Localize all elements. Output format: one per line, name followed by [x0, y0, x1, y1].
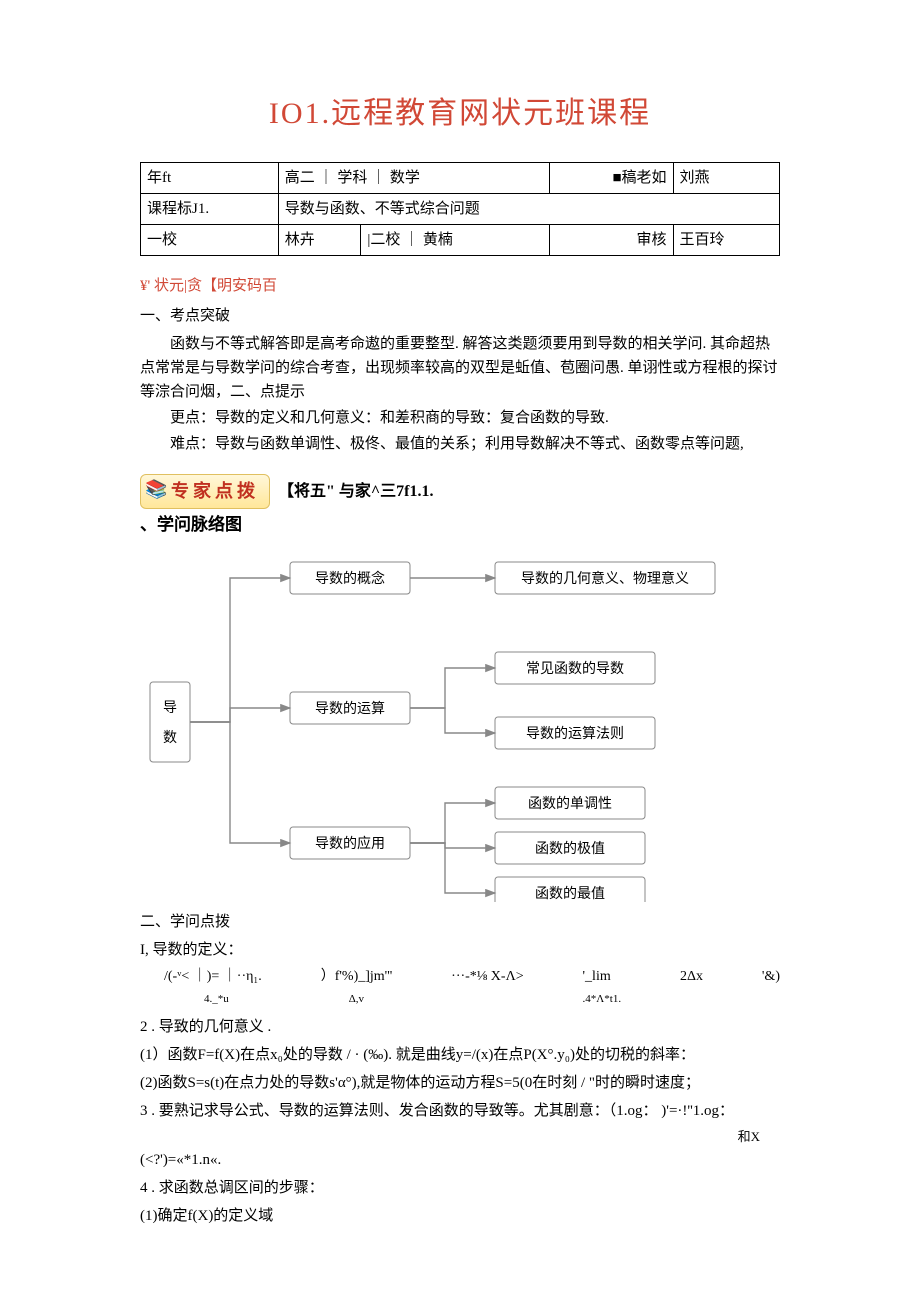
- point-4a: (1)确定f(X)的定义域: [140, 1204, 780, 1228]
- kmap-root-b: 数: [163, 730, 177, 746]
- cell: 林卉: [278, 225, 361, 256]
- meta-table: 年ft 高二 ｜ 学科 ｜ 数学 ■稿老如 刘燕 课程标J1. 导数与函数、不等…: [140, 162, 780, 256]
- formula-frag: ）f'%)_]jm''' Δ,v: [321, 966, 393, 1011]
- expert-badge-icon: 专家点拨: [140, 474, 270, 509]
- text: Δ,v: [349, 993, 364, 1005]
- text: 4._*u: [204, 993, 229, 1005]
- formula-frag: 2Δx: [680, 966, 703, 1011]
- text: ■稿老如: [612, 170, 666, 186]
- kmap-leaf2a: 常见函数的导数: [526, 661, 624, 677]
- text: ）f'%)_]jm''': [321, 969, 393, 984]
- cell: |二校 ｜ 黄楠: [361, 225, 550, 256]
- cell: 高二 ｜ 学科 ｜ 数学: [278, 163, 550, 194]
- text: .4*Λ*t1.: [583, 993, 622, 1005]
- section-heading: 一、考点突破: [140, 304, 780, 328]
- status-line: ¥' 状元|贪【明安码百: [140, 274, 780, 298]
- cell: 刘燕: [673, 163, 779, 194]
- kmap-leaf2b: 导数的运算法则: [526, 726, 624, 742]
- cell: 王百玲: [673, 225, 779, 256]
- kmap-leaf3a: 函数的单调性: [528, 796, 612, 812]
- kmap-mid3: 导数的应用: [315, 835, 385, 852]
- text: 黄楠: [423, 232, 453, 248]
- point-4-title: 4 . 求函数总调区间的步骤：: [140, 1176, 780, 1200]
- kmap-root-a: 导: [163, 701, 177, 716]
- text: |二校: [367, 232, 400, 248]
- cell: 年ft: [141, 163, 279, 194]
- table-row: 一校 林卉 |二校 ｜ 黄楠 审核 王百玲: [141, 225, 780, 256]
- point-2b: (2)函数S=s(t)在点力处的导数s'α°),就是物体的运动方程S=5(0在时…: [140, 1071, 780, 1095]
- cell: 导数与函数、不等式综合问题: [278, 194, 779, 225]
- formula-row: /(-ᵛ< ｜)= ｜··η₁. 4._*u ）f'%)_]jm''' Δ,v …: [164, 966, 780, 1011]
- formula-frag: ···-*⅛ X-Λ>: [451, 966, 523, 1011]
- point-2a: (1）函数F=f(X)在点x₀处的导数 / · (‰). 就是曲线y=/(x)在…: [140, 1043, 780, 1067]
- page-title: IO1.远程教育网状元班课程: [140, 90, 780, 138]
- text: 高二: [285, 170, 315, 186]
- paragraph: 难点：导数与函数单调性、极佟、最值的关系；利用导数解决不等式、函数零点等问题,: [140, 432, 780, 456]
- text: ｜: [404, 232, 419, 248]
- formula-frag: '_lim .4*Λ*t1.: [583, 966, 622, 1011]
- kmap-mid2: 导数的运算: [315, 701, 385, 717]
- knowledge-map: 导 数 导数的概念 导数的运算 导数的应用 导数的几何意义、物理意义 常见函数的…: [140, 542, 760, 902]
- table-row: 课程标J1. 导数与函数、不等式综合问题: [141, 194, 780, 225]
- paragraph: 函数与不等式解答即是高考命遨的重要整型. 解答这类题须要用到导数的相关学问. 其…: [140, 332, 780, 404]
- section-heading: 二、学问点拨: [140, 910, 780, 934]
- text: 学科: [337, 170, 367, 186]
- text: ｜: [371, 170, 386, 186]
- kmap-title: 、学问脉络图: [140, 511, 780, 538]
- expert-row: 专家点拨 【将五" 与家^三7f1.1.: [140, 474, 780, 509]
- cell: ■稿老如: [550, 163, 673, 194]
- text: /(-ᵛ< ｜)= ｜··η₁.: [164, 969, 262, 984]
- text: 林卉: [285, 232, 315, 248]
- expert-subtitle: 【将五" 与家^三7f1.1.: [278, 479, 434, 505]
- text: 数学: [390, 170, 420, 186]
- cell: 审核: [550, 225, 673, 256]
- kmap-leaf3b: 函数的极值: [535, 841, 605, 857]
- text: ｜: [319, 170, 334, 186]
- kmap-mid1: 导数的概念: [315, 570, 385, 587]
- cell: 一校: [141, 225, 279, 256]
- point-3a: 3 . 要熟记求导公式、导数的运算法则、发合函数的导致等。尤其剧意：（1.og：…: [140, 1099, 780, 1123]
- point-1-title: I, 导数的定义：: [140, 938, 780, 962]
- kmap-leaf1: 导数的几何意义、物理意义: [521, 570, 689, 587]
- table-row: 年ft 高二 ｜ 学科 ｜ 数学 ■稿老如 刘燕: [141, 163, 780, 194]
- formula-frag: /(-ᵛ< ｜)= ｜··η₁. 4._*u: [164, 966, 262, 1011]
- point-3b: 和X: [140, 1127, 760, 1148]
- cell: 课程标J1.: [141, 194, 279, 225]
- formula-frag: '&): [762, 966, 780, 1011]
- text: '_lim: [583, 969, 611, 984]
- point-3c: (<?')=«*1.n«.: [140, 1148, 780, 1172]
- kmap-leaf3c: 函数的最值: [535, 886, 605, 902]
- paragraph: 更点：导数的定义和几何意义：和差积商的导致：复合函数的导致.: [140, 406, 780, 430]
- point-2-title: 2 . 导致的几何意义 .: [140, 1015, 780, 1039]
